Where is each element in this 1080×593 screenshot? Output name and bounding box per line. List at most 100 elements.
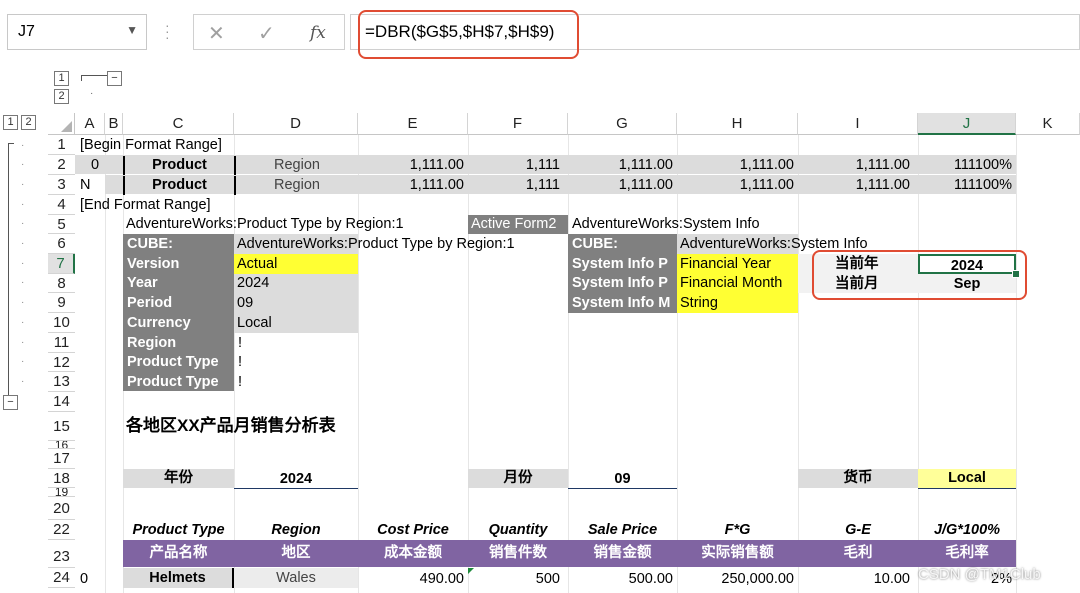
row-header-24[interactable]: 24	[48, 568, 75, 588]
cell-d3[interactable]: Region	[234, 176, 358, 195]
row-header-17[interactable]: 17	[48, 449, 75, 469]
cell-a2[interactable]: 0	[91, 156, 99, 175]
check-icon[interactable]: ✓	[258, 21, 275, 46]
cell-d23[interactable]: 地区	[234, 544, 358, 563]
cell-j23[interactable]: 毛利率	[918, 544, 1016, 563]
cell-h5[interactable]: AdventureWorks:System Info	[572, 215, 760, 234]
cell-i23[interactable]: 毛利	[798, 544, 918, 563]
cell-h3[interactable]: 1,111.00	[677, 176, 794, 195]
cell-c11[interactable]: Region	[127, 334, 176, 353]
column-header-d[interactable]: D	[234, 113, 358, 135]
cell-c13[interactable]: Product Type	[127, 373, 219, 392]
row-header-12[interactable]: 12	[48, 353, 75, 372]
row-header-4[interactable]: 4	[48, 195, 75, 215]
cell-i18[interactable]: 货币	[798, 469, 918, 488]
cell-a4[interactable]: [End Format Range]	[80, 196, 211, 215]
column-outline-level-2[interactable]: 2	[54, 89, 69, 104]
cell-d24[interactable]: Wales	[234, 568, 358, 588]
column-header-j[interactable]: J	[918, 113, 1016, 135]
cell-h23[interactable]: 实际销售额	[677, 544, 798, 563]
row-header-16[interactable]: 16	[48, 441, 75, 449]
column-header-c[interactable]: C	[123, 113, 234, 135]
chevron-down-icon[interactable]: ▼	[126, 23, 138, 37]
cell-j3[interactable]: 111100%	[918, 176, 1012, 195]
row-header-9[interactable]: 9	[48, 293, 75, 313]
row-header-18[interactable]: 18	[48, 469, 75, 488]
cell-g5-active-form[interactable]: Active Form2	[468, 215, 568, 234]
cell-c23[interactable]: 产品名称	[123, 544, 234, 563]
column-header-a[interactable]: A	[75, 113, 105, 135]
cell-d12[interactable]: !	[238, 353, 242, 372]
row-header-8[interactable]: 8	[48, 274, 75, 293]
column-header-g[interactable]: G	[568, 113, 677, 135]
cell-e2[interactable]: 1,111.00	[358, 156, 464, 175]
cell-a24[interactable]: 0	[80, 570, 88, 589]
cell-i2[interactable]: 1,111.00	[798, 156, 910, 175]
cell-c10[interactable]: Currency	[127, 314, 191, 333]
cell-g18[interactable]: 09	[568, 470, 677, 489]
cell-a3[interactable]: N	[80, 176, 90, 195]
cell-g8[interactable]: System Info P	[572, 274, 676, 293]
formula-bar-grip[interactable]: · · ·	[165, 18, 170, 44]
cell-c18[interactable]: 年份	[123, 469, 234, 488]
cell-g2[interactable]: 1,111.00	[568, 156, 673, 175]
cell-c22[interactable]: Product Type	[123, 521, 234, 540]
cell-e23[interactable]: 成本金额	[358, 544, 468, 563]
column-header-i[interactable]: I	[798, 113, 918, 135]
cell-c5[interactable]: AdventureWorks:Product Type by Region:1	[126, 215, 404, 234]
cell-d10[interactable]: Local	[234, 313, 358, 333]
fx-icon[interactable]: fx	[310, 23, 326, 43]
cell-g24[interactable]: 500.00	[568, 570, 673, 589]
select-all-corner[interactable]	[48, 113, 75, 135]
row-header-20[interactable]: 20	[48, 497, 75, 520]
cell-d11[interactable]: !	[238, 334, 242, 353]
cell-c2[interactable]: Product	[123, 156, 234, 175]
cell-h8[interactable]: Financial Month	[677, 274, 798, 293]
cell-j22[interactable]: J/G*100%	[918, 521, 1016, 540]
row-header-7[interactable]: 7	[48, 254, 75, 274]
cell-a1[interactable]: [Begin Format Range]	[80, 136, 222, 155]
row-header-14[interactable]: 14	[48, 392, 75, 412]
cell-g9[interactable]: System Info M	[572, 294, 676, 313]
name-box[interactable]: J7 ▼	[7, 14, 147, 50]
cell-c9[interactable]: Period	[127, 294, 172, 313]
cell-c3[interactable]: Product	[123, 176, 234, 195]
cell-c24[interactable]: Helmets	[123, 568, 234, 588]
column-header-b[interactable]: B	[105, 113, 123, 135]
cell-d7[interactable]: Actual	[234, 254, 358, 274]
cell-d2[interactable]: Region	[234, 156, 358, 175]
cell-h9[interactable]: String	[677, 293, 798, 313]
cell-f24[interactable]: 500	[468, 570, 560, 589]
row-header-2[interactable]: 2	[48, 155, 75, 175]
cell-g6[interactable]: CUBE:	[572, 235, 676, 254]
cell-h2[interactable]: 1,111.00	[677, 156, 794, 175]
row-header-13[interactable]: 13	[48, 372, 75, 392]
cell-h24[interactable]: 250,000.00	[677, 570, 794, 589]
cell-g7[interactable]: System Info P	[572, 255, 676, 274]
cell-g3[interactable]: 1,111.00	[568, 176, 673, 195]
report-title[interactable]: 各地区XX产品月销售分析表	[126, 415, 336, 437]
cell-f3[interactable]: 1,111	[468, 176, 560, 195]
cell-i22[interactable]: G-E	[798, 521, 918, 540]
cell-d22[interactable]: Region	[234, 521, 358, 540]
column-header-e[interactable]: E	[358, 113, 468, 135]
cell-d13[interactable]: !	[238, 373, 242, 392]
cell-f2[interactable]: 1,111	[468, 156, 560, 175]
row-header-15[interactable]: 15	[48, 412, 75, 441]
cell-e24[interactable]: 490.00	[358, 570, 464, 589]
cell-h22[interactable]: F*G	[677, 521, 798, 540]
cell-j2[interactable]: 111100%	[918, 156, 1012, 175]
cell-g23[interactable]: 销售金额	[568, 544, 677, 563]
cell-f22[interactable]: Quantity	[468, 521, 568, 540]
cell-e3[interactable]: 1,111.00	[358, 176, 464, 195]
row-header-19[interactable]: 19	[48, 488, 75, 497]
cell-d9[interactable]: 09	[234, 293, 358, 313]
cell-c12[interactable]: Product Type	[127, 353, 219, 372]
cell-e22[interactable]: Cost Price	[358, 521, 468, 540]
row-header-22[interactable]: 22	[48, 520, 75, 540]
cell-f23[interactable]: 销售件数	[468, 544, 568, 563]
row-header-5[interactable]: 5	[48, 215, 75, 234]
row-outline-level-2[interactable]: 2	[21, 115, 36, 130]
row-header-3[interactable]: 3	[48, 175, 75, 195]
row-collapse-button[interactable]: −	[3, 395, 18, 410]
